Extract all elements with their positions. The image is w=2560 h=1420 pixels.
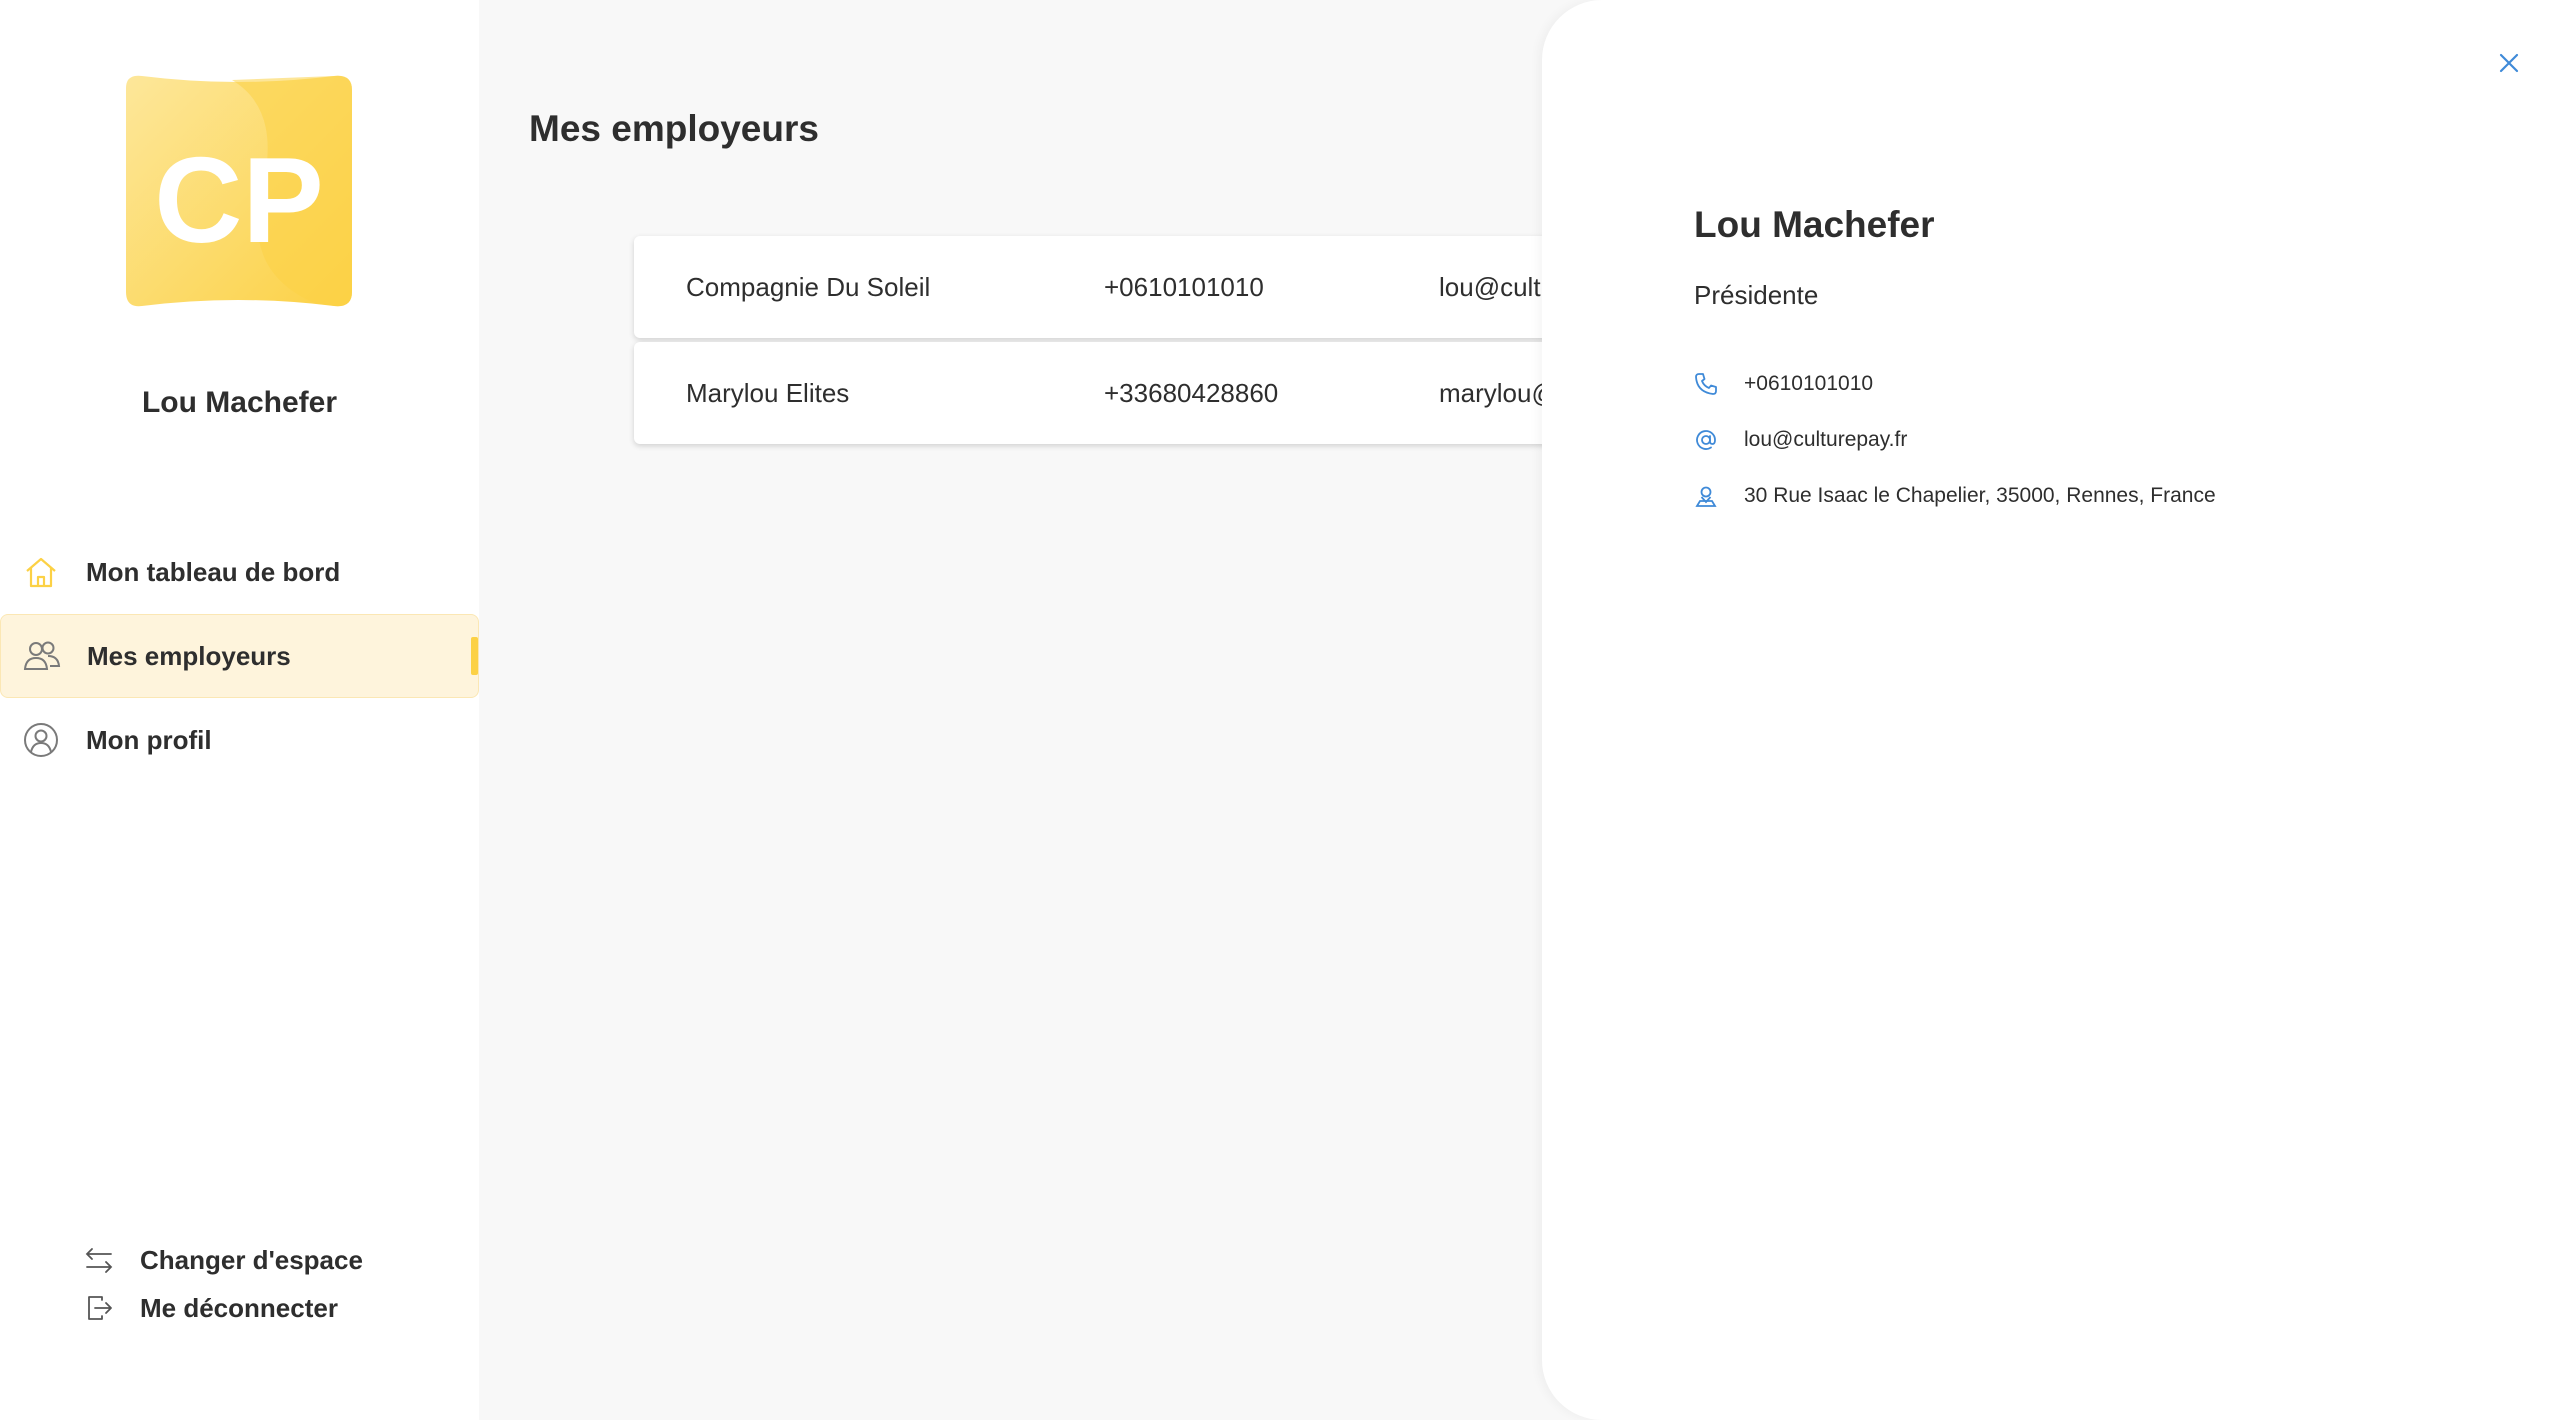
location-user-icon: [1692, 482, 1720, 510]
user-circle-icon: [20, 719, 62, 761]
sidebar-item-label: Mes employeurs: [87, 640, 291, 671]
contact-email-row: lou@culturepay.fr: [1692, 412, 2216, 468]
at-sign-icon: [1692, 426, 1720, 454]
logout-label: Me déconnecter: [140, 1292, 338, 1323]
contact-address: 30 Rue Isaac le Chapelier, 35000, Rennes…: [1744, 484, 2216, 507]
table-row[interactable]: Compagnie Du Soleil +0610101010 lou@cult: [634, 236, 1634, 338]
sidebar-item-employeurs[interactable]: Mes employeurs: [0, 614, 479, 698]
table-row[interactable]: Marylou Elites +33680428860 marylou@: [634, 342, 1634, 444]
contact-phone-row: +0610101010: [1692, 356, 2216, 412]
change-space-button[interactable]: Changer d'espace: [82, 1236, 363, 1284]
employer-name: Compagnie Du Soleil: [686, 271, 931, 302]
employer-email: marylou@: [1439, 377, 1558, 408]
home-icon: [20, 551, 62, 593]
employer-detail-drawer: Lou Machefer Présidente +0610101010 lou@…: [1542, 0, 2560, 1420]
page-title: Mes employeurs: [529, 108, 819, 149]
sidebar-item-label: Mon tableau de bord: [86, 556, 341, 587]
contact-email[interactable]: lou@culturepay.fr: [1744, 428, 1907, 452]
close-icon: [2498, 52, 2520, 79]
sidebar-item-label: Mon profil: [86, 724, 212, 755]
logout-button[interactable]: Me déconnecter: [82, 1284, 363, 1332]
contact-role: Présidente: [1694, 280, 1819, 310]
employer-list: Compagnie Du Soleil +0610101010 lou@cult…: [634, 236, 1634, 448]
employer-phone: +0610101010: [1104, 271, 1264, 302]
sidebar-user-name: Lou Machefer: [141, 386, 338, 419]
change-space-label: Changer d'espace: [140, 1244, 363, 1275]
contact-phone[interactable]: +0610101010: [1744, 372, 1873, 396]
employer-email: lou@cult: [1439, 271, 1541, 302]
logo-text: CP: [154, 132, 323, 268]
sidebar: CP Lou Machefer Mon tableau de bord Mes …: [0, 0, 479, 1420]
sidebar-item-profil[interactable]: Mon profil: [0, 698, 479, 782]
culturepay-logo[interactable]: CP: [112, 70, 364, 312]
employer-phone: +33680428860: [1104, 377, 1279, 408]
sidebar-item-dashboard[interactable]: Mon tableau de bord: [0, 530, 479, 614]
phone-icon: [1692, 370, 1720, 398]
employer-name: Marylou Elites: [686, 377, 850, 408]
logout-icon: [82, 1291, 116, 1325]
users-icon: [21, 635, 63, 677]
sidebar-actions: Changer d'espace Me déconnecter: [82, 1236, 363, 1332]
switch-arrows-icon: [82, 1243, 116, 1277]
close-drawer-button[interactable]: [2494, 50, 2524, 80]
contact-address-row: 30 Rue Isaac le Chapelier, 35000, Rennes…: [1692, 468, 2216, 524]
contact-name: Lou Machefer: [1694, 204, 1935, 245]
contact-info: +0610101010 lou@culturepay.fr 30 Rue Isa…: [1692, 356, 2216, 524]
sidebar-nav: Mon tableau de bord Mes employeurs Mon p…: [0, 530, 479, 782]
